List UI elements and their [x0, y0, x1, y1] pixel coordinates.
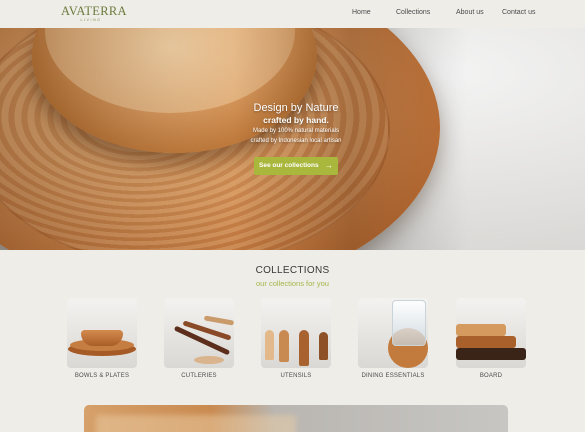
hero-banner: Design by Nature crafted by hand. Made b… — [0, 28, 585, 250]
collections-title: COLLECTIONS — [255, 265, 330, 276]
hero-description-line-2: crafted by Indonesian local artisan — [250, 138, 342, 144]
nav-contact-us[interactable]: Contact us — [502, 9, 535, 16]
site-header: AVATERRA LIVING Home Collections About u… — [0, 0, 585, 28]
bowl-image — [81, 330, 123, 346]
arrow-right-icon: → — [325, 161, 333, 170]
board-image — [456, 324, 506, 336]
board-image — [456, 336, 516, 348]
utensil-image — [299, 330, 309, 366]
promo-banner-image — [84, 405, 508, 432]
see-collections-button[interactable]: See our collections → — [254, 157, 338, 175]
nav-home[interactable]: Home — [352, 9, 371, 16]
hero-title: Design by Nature — [253, 102, 339, 114]
collection-card-bowls-plates[interactable] — [67, 298, 137, 368]
nav-collections[interactable]: Collections — [396, 9, 430, 16]
collection-card-dining-essentials[interactable] — [358, 298, 428, 368]
banner-blur — [96, 415, 296, 432]
collection-card-cutleries[interactable] — [164, 298, 234, 368]
hero-subtitle: crafted by hand. — [263, 115, 329, 125]
hero-text-block: Design by Nature crafted by hand. Made b… — [196, 101, 396, 146]
logo-subtext: LIVING — [80, 18, 102, 22]
utensil-image — [279, 330, 289, 362]
utensil-image — [265, 330, 274, 360]
spoon-image — [203, 315, 234, 326]
utensil-image — [319, 332, 328, 360]
board-image — [456, 348, 526, 360]
cta-label: See our collections — [259, 162, 319, 169]
collection-label-board[interactable]: BOARD — [446, 373, 536, 379]
glass-image — [392, 300, 426, 346]
logo-text: AVATERRA — [61, 4, 127, 18]
collection-label-utensils[interactable]: UTENSILS — [251, 373, 341, 379]
collection-card-utensils[interactable] — [261, 298, 331, 368]
collections-subtitle: our collections for you — [256, 279, 329, 288]
hero-description-line-1: Made by 100% natural materials — [252, 128, 340, 134]
collection-label-dining-essentials[interactable]: DINING ESSENTIALS — [348, 373, 438, 379]
nav-about-us[interactable]: About us — [456, 9, 484, 16]
collection-card-board[interactable] — [456, 298, 526, 368]
brand-logo[interactable]: AVATERRA LIVING — [61, 4, 127, 25]
collection-label-bowls-plates[interactable]: BOWLS & PLATES — [57, 373, 147, 379]
spoon-image — [194, 356, 224, 364]
collection-label-cutleries[interactable]: CUTLERIES — [154, 373, 244, 379]
